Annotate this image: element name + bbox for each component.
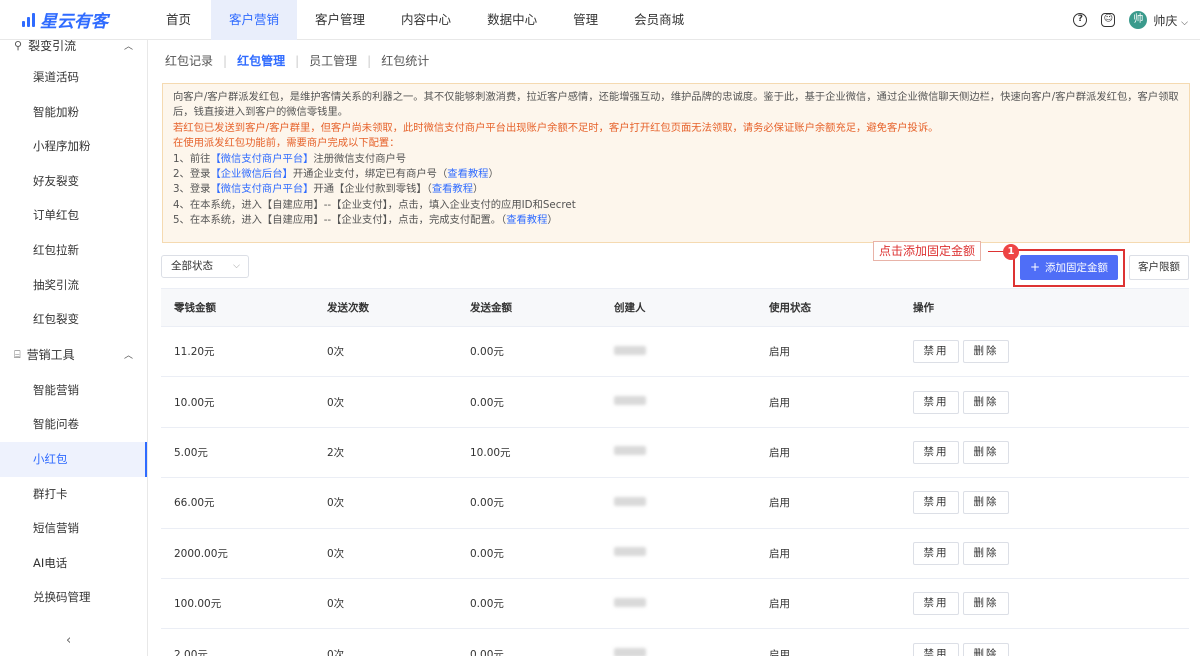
sidebar-item[interactable]: 订单红包: [0, 198, 147, 233]
sidebar-item[interactable]: 红包拉新: [0, 233, 147, 268]
creator-blurred: [614, 345, 646, 355]
app-name: 星云有客: [40, 12, 108, 32]
table-row: 11.20元 0次 0.00元 启用 禁用 删除: [161, 327, 1189, 378]
sidebar-item[interactable]: 小程序加粉: [0, 129, 147, 164]
sidebar-item[interactable]: 好友裂变: [0, 164, 147, 199]
sidebar: ⚲ 裂变引流 ︿ 渠道活码 智能加粉 小程序加粉 好友裂变 订单红包 红包拉新 …: [0, 40, 148, 656]
tab-red-packet-stats[interactable]: 红包统计: [381, 52, 429, 69]
notice-intro: 向客户/客户群派发红包，是维护客情关系的利器之一。其不仅能够刺激消费，拉近客户感…: [173, 91, 1179, 119]
step-badge: 1: [1003, 244, 1019, 260]
creator-blurred: [614, 597, 646, 607]
disable-button[interactable]: 禁用: [913, 440, 959, 464]
delete-button[interactable]: 删除: [963, 440, 1009, 464]
disable-button[interactable]: 禁用: [913, 491, 959, 515]
gift-icon: ⌸: [14, 347, 21, 361]
sidebar-item-red-packet[interactable]: 小红包: [0, 441, 147, 477]
wechat-pay-merchant-link[interactable]: 【微信支付商户平台】: [210, 183, 313, 195]
delete-button[interactable]: 删除: [963, 592, 1009, 616]
app-logo[interactable]: 星云有客: [0, 7, 148, 32]
sidebar-item[interactable]: 红包裂变: [0, 302, 147, 337]
page-tabs: 红包记录 | 红包管理 | 员工管理 | 红包统计: [165, 52, 430, 69]
delete-button[interactable]: 删除: [963, 491, 1009, 515]
sidebar-item[interactable]: 抽奖引流: [0, 268, 147, 303]
nav-data-center[interactable]: 数据中心: [469, 0, 555, 40]
plus-icon: +: [1029, 260, 1041, 274]
table-row: 2000.00元 0次 0.00元 启用 禁用 删除: [161, 529, 1189, 579]
top-right-tools: ? ☺ 帅 帅庆 ⌵: [1073, 0, 1188, 40]
disable-button[interactable]: 禁用: [913, 340, 959, 364]
creator-blurred: [614, 648, 646, 656]
nav-customer-marketing[interactable]: 客户营销: [211, 0, 298, 40]
disable-button[interactable]: 禁用: [913, 592, 959, 616]
chevron-down-icon: ⌵: [233, 261, 240, 271]
tab-staff-management[interactable]: 员工管理: [309, 52, 357, 69]
nav-customer-management[interactable]: 客户管理: [297, 0, 383, 40]
sidebar-item[interactable]: 渠道活码: [0, 60, 147, 95]
sidebar-item[interactable]: 短信营销: [0, 511, 147, 546]
delete-button[interactable]: 删除: [963, 340, 1009, 364]
share-icon: ⚲: [14, 40, 23, 52]
creator-blurred: [614, 396, 646, 406]
user-name[interactable]: 帅庆 ⌵: [1153, 12, 1188, 29]
sidebar-item[interactable]: 智能营销: [0, 373, 147, 408]
delete-button[interactable]: 删除: [963, 390, 1009, 414]
table-header: 零钱金额 发送次数 发送金额 创建人 使用状态 操作: [161, 288, 1189, 327]
creator-blurred: [614, 446, 646, 456]
disable-button[interactable]: 禁用: [913, 642, 959, 656]
main-content: 红包记录 | 红包管理 | 员工管理 | 红包统计 向客户/客户群派发红包，是维…: [148, 40, 1200, 656]
sidebar-item[interactable]: 兑换码管理: [0, 580, 147, 615]
tutorial-link[interactable]: 查看教程: [447, 168, 488, 180]
user-switch-icon[interactable]: ☺: [1101, 13, 1116, 27]
table-row: 10.00元 0次 0.00元 启用 禁用 删除: [161, 377, 1189, 428]
wecom-admin-link[interactable]: 【企业微信后台】: [210, 168, 292, 180]
table-row: 5.00元 2次 10.00元 启用 禁用 删除: [161, 428, 1189, 479]
table-row: 66.00元 0次 0.00元 启用 禁用 删除: [161, 478, 1189, 529]
notice-step-2: 2、登录【企业微信后台】开通企业支付，绑定已有商户号（查看教程）: [173, 168, 499, 181]
nav-member-mall[interactable]: 会员商城: [616, 0, 702, 40]
sidebar-item[interactable]: 智能问卷: [0, 407, 147, 442]
customer-limit-button[interactable]: 客户限额: [1129, 255, 1189, 280]
creator-blurred: [614, 496, 646, 506]
disable-button[interactable]: 禁用: [913, 390, 959, 414]
notice-step-3: 3、登录【微信支付商户平台】开通【企业付款到零钱】（查看教程）: [173, 183, 484, 196]
chevron-left-icon[interactable]: ‹: [66, 633, 71, 648]
tutorial-link[interactable]: 查看教程: [506, 214, 547, 226]
sidebar-group-fission[interactable]: ⚲ 裂变引流 ︿: [0, 40, 147, 60]
creator-blurred: [614, 547, 646, 557]
notice-step-5: 5、在本系统，进入【自建应用】--【企业支付】，点击，完成支付配置。（查看教程）: [173, 214, 558, 227]
tab-red-packet-records[interactable]: 红包记录: [165, 52, 213, 69]
wechat-pay-merchant-link[interactable]: 【微信支付商户平台】: [210, 153, 313, 165]
delete-button[interactable]: 删除: [963, 642, 1009, 656]
nav-management[interactable]: 管理: [555, 0, 616, 40]
chevron-down-icon: ⌵: [1181, 17, 1188, 28]
notice-warning: 若红包已发送到客户/客户群里，但客户尚未领取，此时微信支付商户平台出现账户余额不…: [173, 121, 939, 134]
delete-button[interactable]: 删除: [963, 541, 1009, 565]
sidebar-group-marketing-tools[interactable]: ⌸ 营销工具 ︿: [0, 337, 147, 373]
sidebar-item[interactable]: 群打卡: [0, 477, 147, 512]
main-nav: 首页 客户营销 客户管理 内容中心 数据中心 管理 会员商城: [148, 0, 702, 40]
logo-icon: [20, 12, 36, 28]
avatar[interactable]: 帅: [1129, 11, 1148, 29]
chevron-up-icon: ︿: [123, 351, 133, 362]
nav-content-center[interactable]: 内容中心: [383, 0, 469, 40]
table-row: 2.00元 0次 0.00元 启用 禁用 删除: [161, 629, 1189, 656]
nav-home[interactable]: 首页: [148, 0, 211, 40]
notice-config-title: 在使用派发红包功能前，需要商户完成以下配置：: [173, 137, 400, 150]
add-amount-callout: 点击添加固定金额: [873, 241, 982, 261]
status-filter-select[interactable]: 全部状态 ⌵: [161, 255, 249, 278]
chevron-up-icon: ︿: [123, 41, 133, 52]
config-notice: 向客户/客户群派发红包，是维护客情关系的利器之一。其不仅能够刺激消费，拉近客户感…: [162, 83, 1190, 243]
sidebar-item[interactable]: 智能加粉: [0, 95, 147, 130]
amount-table: 零钱金额 发送次数 发送金额 创建人 使用状态 操作 11.20元 0次 0.00元…: [161, 288, 1189, 656]
top-nav-bar: 星云有客 首页 客户营销 客户管理 内容中心 数据中心 管理 会员商城 ? ☺ …: [0, 0, 1200, 40]
notice-step-1: 1、前往【微信支付商户平台】注册微信支付商户号: [173, 152, 407, 165]
tutorial-link[interactable]: 查看教程: [432, 183, 473, 195]
table-row: 100.00元 0次 0.00元 启用 禁用 删除: [161, 579, 1189, 630]
disable-button[interactable]: 禁用: [913, 541, 959, 565]
help-icon[interactable]: ?: [1073, 13, 1088, 27]
tab-red-packet-management[interactable]: 红包管理: [237, 52, 285, 69]
sidebar-item[interactable]: AI电话: [0, 546, 147, 581]
notice-step-4: 4、在本系统，进入【自建应用】--【企业支付】，点击，填入企业支付的应用ID和S…: [173, 198, 576, 211]
add-fixed-amount-button[interactable]: + 添加固定金额: [1020, 255, 1118, 280]
